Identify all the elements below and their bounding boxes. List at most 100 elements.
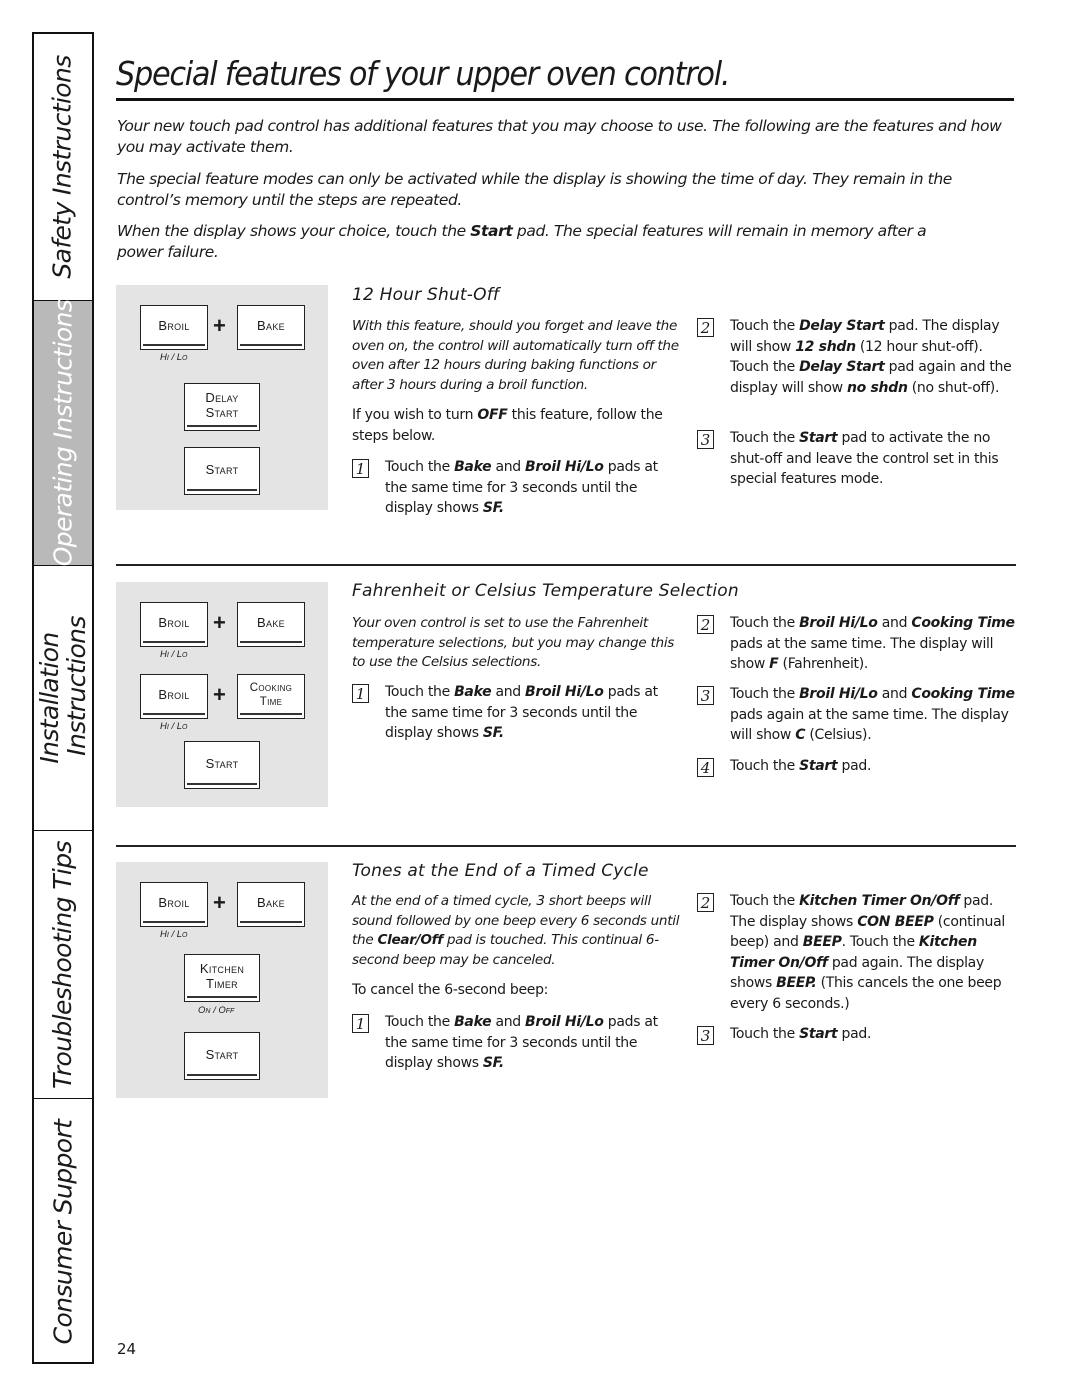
start-pad[interactable]: Start	[184, 447, 260, 495]
t: Touch the	[385, 459, 455, 475]
broil-pad[interactable]: Broil	[140, 602, 208, 647]
b: Cooking Time	[911, 686, 1015, 702]
tab-safety-instructions[interactable]: Safety Instructions	[34, 34, 92, 301]
b: BEEP	[802, 934, 842, 950]
b: BEEP.	[776, 975, 817, 991]
step-3: 3 Touch the Broil Hi/Lo and Cooking Time…	[697, 684, 1017, 746]
t: Touch the	[385, 684, 455, 700]
t: and	[491, 684, 526, 700]
hi-lo-label: Hi / Lo	[160, 352, 188, 363]
pad-label: Delay Start	[205, 390, 238, 424]
emphasis: Start	[470, 222, 513, 240]
t: . Touch the	[841, 934, 919, 950]
bake-pad[interactable]: Bake	[237, 305, 305, 350]
hi-lo-label: Hi / Lo	[160, 929, 188, 940]
pad-label: Start	[205, 461, 239, 477]
on-off-label: On / Off	[198, 1005, 235, 1016]
t: Touch the	[730, 430, 800, 446]
t: Touch the	[385, 1014, 455, 1030]
plus-icon: +	[213, 610, 226, 635]
section-divider	[116, 564, 1016, 566]
start-pad[interactable]: Start	[184, 1032, 260, 1080]
pad-label: Bake	[257, 318, 285, 333]
control-pad-diagram: Broil + Bake Hi / Lo Delay Start Start	[116, 285, 328, 510]
step-text: Touch the Start pad to activate the no s…	[730, 428, 1017, 490]
pad-label: Broil	[158, 615, 190, 630]
step-number: 3	[697, 686, 714, 705]
step-3: 3 Touch the Start pad.	[697, 1024, 1017, 1045]
step-number: 1	[352, 1014, 369, 1033]
step-4: 4 Touch the Start pad.	[697, 756, 1017, 777]
section-heading: Fahrenheit or Celsius Temperature Select…	[352, 581, 739, 601]
section-heading: Tones at the End of a Timed Cycle	[352, 861, 649, 881]
b: SF.	[482, 725, 504, 741]
step-number: 1	[352, 459, 369, 478]
step-3: 3 Touch the Start pad to activate the no…	[697, 428, 1017, 490]
t: and	[877, 615, 912, 631]
section-description: Your oven control is set to use the Fahr…	[352, 615, 675, 670]
emphasis: Clear/Off	[377, 932, 443, 948]
t: pad.	[837, 758, 872, 774]
delay-start-pad[interactable]: Delay Start	[184, 383, 260, 431]
plus-icon: +	[213, 682, 226, 707]
broil-pad[interactable]: Broil	[140, 305, 208, 350]
step-text: Touch the Broil Hi/Lo and Cooking Time p…	[730, 684, 1017, 746]
step-number: 3	[697, 430, 714, 449]
tab-label-line2: Instructions	[62, 616, 92, 756]
section-divider	[116, 845, 1016, 847]
step-text: Touch the Bake and Broil Hi/Lo pads at t…	[385, 1012, 662, 1074]
b: Start	[799, 430, 838, 446]
cooking-time-pad[interactable]: Cooking Time	[237, 674, 305, 719]
tab-label: Troubleshooting Tips	[48, 840, 77, 1089]
page-number: 24	[117, 1340, 137, 1358]
title-divider	[116, 98, 1014, 101]
tab-operating-instructions[interactable]: Operating Instructions	[34, 299, 92, 567]
emphasis: OFF	[477, 407, 508, 423]
tab-troubleshooting-tips[interactable]: Troubleshooting Tips	[34, 831, 92, 1099]
text: If you wish to turn	[352, 407, 478, 423]
t: Touch the	[730, 686, 800, 702]
tab-label-line1: Installation	[35, 632, 65, 764]
step-text: Touch the Bake and Broil Hi/Lo pads at t…	[385, 457, 662, 519]
broil-pad[interactable]: Broil	[140, 674, 208, 719]
t: (Fahrenheit).	[778, 656, 869, 672]
pad-label: Broil	[158, 687, 190, 702]
tab-label: Consumer Support	[48, 1119, 77, 1344]
pad-label-line: Delay	[205, 390, 239, 405]
step-number: 2	[697, 615, 714, 634]
t: (Celsius).	[805, 727, 872, 743]
bake-pad[interactable]: Bake	[237, 602, 305, 647]
b: Broil Hi/Lo	[525, 1014, 604, 1030]
section-tabs: Safety Instructions Operating Instructio…	[32, 32, 94, 1364]
b: CON BEEP	[857, 913, 934, 930]
step-number: 4	[697, 758, 714, 777]
pad-label-line: Timer	[206, 976, 238, 991]
kitchen-timer-pad[interactable]: Kitchen Timer	[184, 954, 260, 1002]
broil-pad[interactable]: Broil	[140, 882, 208, 927]
pad-label: Bake	[257, 895, 285, 910]
t: and	[877, 686, 912, 702]
control-pad-diagram: Broil + Bake Hi / Lo Kitchen Timer On / O…	[116, 862, 328, 1098]
start-pad[interactable]: Start	[184, 741, 260, 789]
t: Touch the	[730, 758, 800, 774]
step-text: Touch the Start pad.	[730, 756, 871, 777]
b: Start	[799, 758, 838, 774]
tab-label: Operating Instructions	[48, 299, 77, 567]
b: 12 shdn	[795, 338, 856, 355]
b: Broil Hi/Lo	[799, 615, 878, 631]
section-description: At the end of a timed cycle, 3 short bee…	[352, 892, 682, 970]
b: SF.	[482, 1055, 504, 1071]
step-text: Touch the Kitchen Timer On/Off pad. The …	[730, 891, 1017, 1014]
tab-installation-instructions[interactable]: Installation Instructions	[34, 566, 92, 831]
step-number: 2	[697, 318, 714, 337]
b: Bake	[454, 684, 492, 700]
step-text: Touch the Delay Start pad. The display w…	[730, 316, 1017, 398]
pad-label: Bake	[257, 615, 285, 630]
tab-consumer-support[interactable]: Consumer Support	[34, 1099, 92, 1364]
t: and	[491, 459, 526, 475]
step-text: Touch the Bake and Broil Hi/Lo pads at t…	[385, 682, 662, 744]
bake-pad[interactable]: Bake	[237, 882, 305, 927]
t: Touch the	[730, 1026, 800, 1042]
intro-paragraph: When the display shows your choice, touc…	[117, 221, 947, 263]
hi-lo-label: Hi / Lo	[160, 649, 188, 660]
